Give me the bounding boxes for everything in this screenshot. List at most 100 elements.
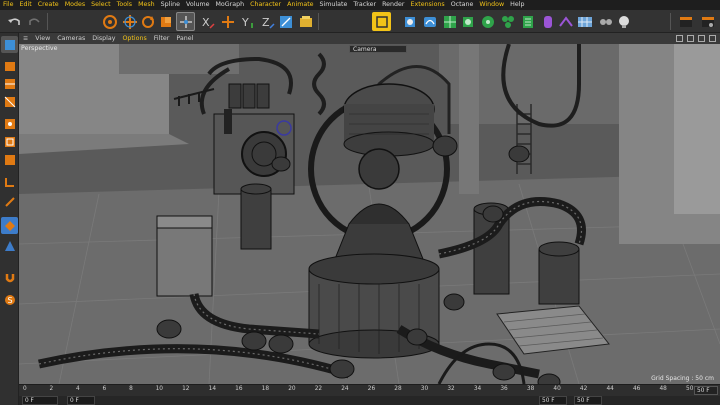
- polygons-mode-icon[interactable]: [1, 151, 18, 168]
- camera-dropdown[interactable]: Camera: [349, 45, 407, 53]
- menu-mograph[interactable]: MoGraph: [215, 0, 244, 10]
- viewport-menu-options[interactable]: Options: [122, 35, 146, 42]
- viewport-menu-bar: ≡ View Cameras Display Options Filter Panel: [19, 33, 720, 44]
- menu-help[interactable]: Help: [510, 0, 524, 10]
- menu-window[interactable]: Window: [479, 0, 504, 10]
- texture-mode-icon[interactable]: [1, 75, 18, 92]
- tweak-mode-icon[interactable]: [1, 193, 18, 210]
- model-mode-icon[interactable]: [296, 12, 315, 31]
- menu-simulate[interactable]: Simulate: [320, 0, 348, 10]
- scale-icon[interactable]: [156, 12, 175, 31]
- subdivision-icon[interactable]: [440, 12, 459, 31]
- light-icon[interactable]: [614, 12, 633, 31]
- pan-icon[interactable]: [676, 35, 683, 42]
- rotate-icon[interactable]: [138, 12, 157, 31]
- menu-edit[interactable]: Edit: [20, 0, 32, 10]
- timeline-tick: 20: [288, 386, 296, 392]
- cube-icon[interactable]: [400, 12, 419, 31]
- x-axis-icon[interactable]: X: [198, 12, 217, 31]
- render-region-icon[interactable]: [676, 12, 695, 31]
- viewport-menu-display[interactable]: Display: [92, 35, 115, 42]
- lock-workplane-icon[interactable]: [1, 237, 18, 254]
- timeline-end-frame[interactable]: 50 F: [694, 386, 718, 395]
- menu-modes[interactable]: Modes: [65, 0, 85, 10]
- selection-filter-icon[interactable]: [176, 12, 195, 31]
- maximize-icon[interactable]: [709, 35, 716, 42]
- magnet-icon[interactable]: [1, 269, 18, 286]
- orbit-icon[interactable]: [698, 35, 705, 42]
- snap-icon[interactable]: [1, 217, 18, 234]
- mograph-icon[interactable]: [518, 12, 537, 31]
- field-icon[interactable]: [556, 12, 575, 31]
- script-icon[interactable]: S: [1, 291, 18, 308]
- toolbar-separator: [47, 13, 48, 30]
- current-frame-field[interactable]: 0 F: [22, 396, 58, 405]
- viewport-menu-filter[interactable]: Filter: [154, 35, 170, 42]
- timeline-tick: 4: [76, 386, 80, 392]
- timeline-tick: 44: [606, 386, 614, 392]
- coordinate-system-icon[interactable]: [218, 12, 237, 31]
- menu-tracker[interactable]: Tracker: [353, 0, 376, 10]
- preview-max-field[interactable]: 50 F: [574, 396, 602, 405]
- model-mode-icon[interactable]: [1, 57, 18, 74]
- timeline-tick: 22: [314, 386, 323, 392]
- frame-range-bar: 0 F 0 F 50 F 50 F: [19, 396, 720, 405]
- render-view-icon[interactable]: [372, 12, 391, 31]
- menu-spline[interactable]: Spline: [161, 0, 180, 10]
- camera-icon[interactable]: [596, 12, 615, 31]
- menu-character[interactable]: Character: [250, 0, 281, 10]
- max-frame-field[interactable]: 50 F: [539, 396, 567, 405]
- timeline-tick: 28: [394, 386, 402, 392]
- z-axis-icon[interactable]: Z: [258, 12, 277, 31]
- svg-text:S: S: [7, 296, 12, 305]
- array-icon[interactable]: [478, 12, 497, 31]
- axis-mode-icon[interactable]: [1, 173, 18, 190]
- y-axis-icon[interactable]: Y: [238, 12, 257, 31]
- viewport-nav-icons: [676, 33, 716, 44]
- min-frame-field[interactable]: 0 F: [67, 396, 95, 405]
- deformer-icon[interactable]: [538, 12, 557, 31]
- menu-file[interactable]: File: [3, 0, 14, 10]
- menu-animate[interactable]: Animate: [287, 0, 313, 10]
- floor-grid-icon[interactable]: [575, 12, 594, 31]
- points-mode-icon[interactable]: [1, 115, 18, 132]
- render-settings-icon[interactable]: [698, 12, 717, 31]
- timeline-ruler[interactable]: 50 F 0 2 4 6 8 10 12 14 16 18 20 22 24 26 28 30 32 34 36 38…: [19, 384, 720, 396]
- viewport-menu-view[interactable]: View: [35, 35, 50, 42]
- redo-icon[interactable]: [25, 12, 44, 31]
- timeline-tick: 48: [659, 386, 667, 392]
- workplane-icon[interactable]: [1, 93, 18, 110]
- menu-octane[interactable]: Octane: [451, 0, 474, 10]
- menu-tools[interactable]: Tools: [117, 0, 133, 10]
- move-icon[interactable]: [120, 12, 139, 31]
- timeline-tick: 18: [261, 386, 270, 392]
- extrude-icon[interactable]: [458, 12, 477, 31]
- edges-mode-icon[interactable]: [1, 133, 18, 150]
- world-coords-icon[interactable]: [276, 12, 295, 31]
- spline-pen-icon[interactable]: [420, 12, 439, 31]
- timeline-tick: 0: [23, 386, 27, 392]
- menu-create[interactable]: Create: [38, 0, 59, 10]
- viewport-hamburger-icon[interactable]: ≡: [23, 35, 28, 42]
- make-editable-icon[interactable]: [1, 36, 18, 53]
- timeline-tick: 26: [367, 386, 376, 392]
- viewport-menu-panel[interactable]: Panel: [176, 35, 193, 42]
- undo-icon[interactable]: [4, 12, 23, 31]
- viewport-menu-cameras[interactable]: Cameras: [57, 35, 85, 42]
- live-selection-icon[interactable]: [100, 12, 119, 31]
- main-toolbar: X Y Z: [0, 10, 720, 33]
- menu-volume[interactable]: Volume: [186, 0, 209, 10]
- timeline-tick: 36: [500, 386, 508, 392]
- zoom-icon[interactable]: [687, 35, 694, 42]
- grid-spacing-readout: Grid Spacing : 50 cm: [651, 375, 714, 382]
- cloner-icon[interactable]: [498, 12, 517, 31]
- menu-mesh[interactable]: Mesh: [138, 0, 155, 10]
- menu-render[interactable]: Render: [382, 0, 404, 10]
- menu-extensions[interactable]: Extensions: [411, 0, 445, 10]
- timeline-tick: 6: [102, 386, 107, 392]
- timeline-tick: 34: [473, 386, 482, 392]
- timeline-tick: 16: [235, 386, 243, 392]
- viewport-label: Perspective: [21, 45, 58, 52]
- menu-select[interactable]: Select: [91, 0, 110, 10]
- viewport-3d[interactable]: Perspective Camera Grid Spacing : 50 cm: [19, 44, 720, 384]
